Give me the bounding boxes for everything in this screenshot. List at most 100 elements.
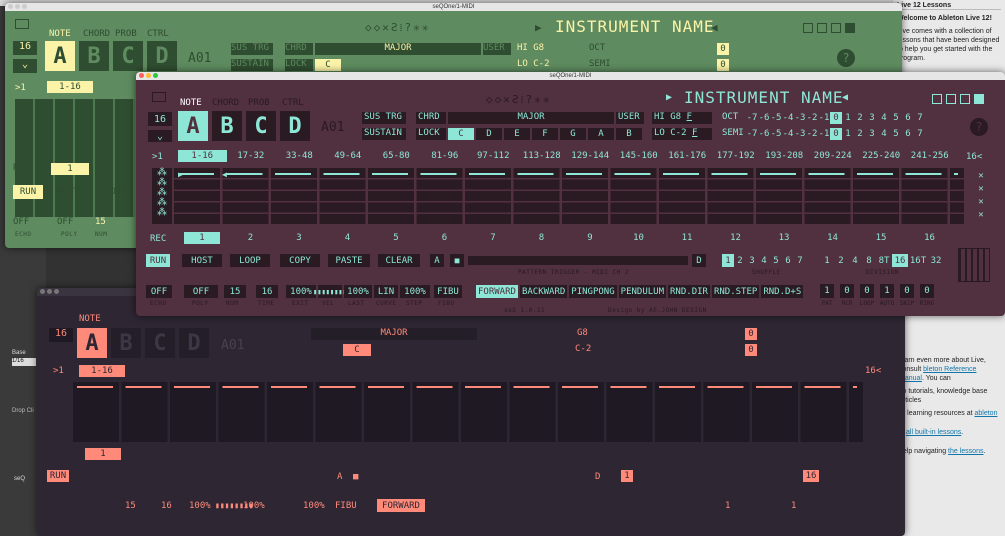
direction-button[interactable]: PENDULUM [618,285,667,298]
mail-icon[interactable] [152,92,166,102]
dark-shuffle-1[interactable]: 1 [621,470,633,482]
lock-button[interactable]: LOCK [416,128,446,140]
mode-symbols[interactable]: ◇◇✕Ƨ⁞?✳✳ [486,93,551,106]
trigger-bar[interactable] [468,256,688,265]
loop-start-marker-icon[interactable]: ▶ [178,170,183,179]
green-lo[interactable]: LO C-2 [517,59,573,71]
last-field[interactable]: 100% [344,285,372,298]
green-note-tab[interactable]: NOTE [49,29,71,39]
division-value[interactable]: 8 [862,254,876,267]
semi-value[interactable]: -5 [770,128,782,140]
page-button[interactable]: 65-80 [372,150,421,162]
panel-icon-2[interactable] [946,94,956,104]
page-button[interactable]: 17-32 [227,150,276,162]
semi-value[interactable]: -4 [782,128,794,140]
oct-value[interactable]: -1 [818,112,830,124]
key-g[interactable]: G [560,128,586,140]
tail-value[interactable]: 1 [820,284,834,298]
direction-button[interactable]: FORWARD [476,285,518,298]
minimize-icon[interactable] [146,73,151,78]
step-number-button[interactable]: 16 [912,232,948,244]
semi-value[interactable]: -1 [818,128,830,140]
step-number-button[interactable]: 14 [815,232,851,244]
dark-trig-a[interactable]: A [337,472,342,482]
division-value[interactable]: 2 [834,254,848,267]
step-number-button[interactable]: 4 [330,232,366,244]
dark-gate[interactable]: 100% [303,501,325,511]
chord-type-select[interactable]: MAJOR [448,112,614,124]
green-window-icons[interactable] [803,23,863,33]
shuffle-value[interactable]: 7 [794,254,806,267]
dark-note-tab[interactable]: NOTE [79,314,101,324]
division-value[interactable]: 32 [928,254,944,267]
tail-value[interactable]: 0 [840,284,854,298]
green-arrow-icon[interactable]: ⌄ [13,59,37,73]
dark-rate[interactable]: 16 [49,328,73,342]
tail-value[interactable]: 0 [860,284,874,298]
dark-run[interactable]: RUN [47,470,69,482]
green-help-icon[interactable]: ? [837,49,855,67]
host-button[interactable]: HOST [182,254,222,267]
poly-off-button[interactable]: OFF [184,285,218,298]
step-number-button[interactable]: 1 [184,232,220,244]
lo-range[interactable]: LO C-2 F [652,128,712,140]
semi-value[interactable]: -3 [794,128,806,140]
dark-division-16[interactable]: 16 [803,470,819,482]
green-user[interactable]: USER [483,43,511,55]
dark-key-c[interactable]: C [343,344,371,356]
green-rec[interactable]: REC [13,163,29,173]
step-number-button[interactable]: 5 [378,232,414,244]
green-step-1[interactable]: 1 [51,163,89,175]
green-next-instrument-icon[interactable]: ◀ [711,21,718,34]
key-f[interactable]: F [532,128,558,140]
gate-field[interactable]: 100% [400,285,430,298]
the-lessons-link[interactable]: the lessons [948,448,983,455]
step-number-button[interactable]: 11 [669,232,705,244]
pattern-b-button[interactable]: B [212,111,242,141]
echo-off-button[interactable]: OFF [146,285,172,298]
copy-button[interactable]: COPY [280,254,320,267]
dark-first-page[interactable]: >1 [53,366,64,376]
semi-value[interactable]: -2 [806,128,818,140]
page-button[interactable]: 193-208 [760,150,809,162]
grid-mode-icons[interactable]: ⁂ ⁂ ⁂ ⁂ ⁂ [152,168,172,224]
step-number-button[interactable]: 2 [233,232,269,244]
division-value[interactable]: 4 [848,254,862,267]
dark-lo-value[interactable]: C-2 [575,344,591,354]
window-icons[interactable] [932,94,984,104]
run-button[interactable]: RUN [146,254,170,267]
dark-hi-value[interactable]: G8 [577,328,588,338]
num-field[interactable]: 15 [224,285,246,298]
green-num[interactable]: 15 [95,217,106,227]
oct-value[interactable]: 1 [842,112,854,124]
tail-value[interactable]: 1 [880,284,894,298]
semi-value[interactable]: 2 [854,128,866,140]
shuffle-value[interactable]: 3 [746,254,758,267]
key-d[interactable]: D [476,128,502,140]
green-chord-tab[interactable]: CHORD [83,29,110,39]
division-value[interactable]: 8T [876,254,892,267]
dark-pattern-b[interactable]: B [111,328,141,358]
step-number-button[interactable]: 6 [427,232,463,244]
green-run[interactable]: RUN [13,185,43,199]
green-first-page[interactable]: >1 [15,83,26,93]
green-loop[interactable]: LOOP [105,187,127,197]
panel-icon-4[interactable] [974,94,984,104]
track-rate-field[interactable]: 1/16 [12,358,36,366]
dark-exit[interactable]: 100% [189,501,211,511]
hi-range[interactable]: HI G8 F [652,112,712,124]
oct-value[interactable]: 2 [854,112,866,124]
dark-tail-1[interactable]: 1 [725,501,730,511]
help-icon[interactable]: ? [970,118,988,136]
green-pattern-d[interactable]: D [147,41,177,71]
page-button[interactable]: 33-48 [275,150,324,162]
page-button[interactable]: 129-144 [566,150,615,162]
green-key-c[interactable]: C [315,59,341,71]
green-page-1[interactable]: 1-16 [47,81,93,93]
step-number-button[interactable]: 12 [718,232,754,244]
page-button[interactable]: 145-160 [615,150,664,162]
dark-pattern-c[interactable]: C [145,328,175,358]
oct-value[interactable]: -5 [770,112,782,124]
site-link[interactable]: ableton [975,410,998,417]
step-number-button[interactable]: 13 [766,232,802,244]
